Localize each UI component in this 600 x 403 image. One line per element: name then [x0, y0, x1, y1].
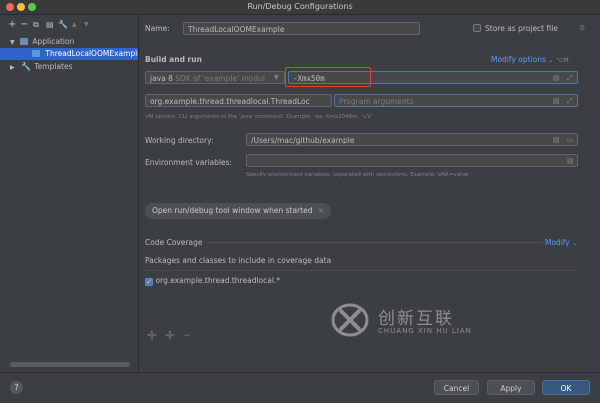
chevron-down-icon[interactable]: ▼: [10, 39, 15, 46]
chevron-down-icon: ⌄: [548, 57, 554, 64]
wrench-icon[interactable]: 🔧: [58, 20, 68, 30]
watermark-subtext: CHUANG XIN HU LIAN: [378, 327, 472, 335]
tree-item-application[interactable]: ▼ Application: [0, 36, 138, 48]
fullscreen-icon[interactable]: ⤢: [567, 74, 573, 82]
tree-item-label: Application: [32, 37, 75, 46]
move-down-icon[interactable]: ▼: [84, 20, 89, 30]
vm-options-hint: VM options. CLI arguments to the 'java' …: [145, 114, 372, 120]
application-icon: [20, 38, 29, 45]
expand-icon[interactable]: ▤: [553, 74, 560, 82]
main-class-field[interactable]: org.example.thread.threadlocal.ThreadLoc: [145, 94, 332, 107]
expand-icon[interactable]: ▤: [567, 157, 574, 165]
window-title: Run/Debug Configurations: [247, 2, 353, 11]
watermark-emblem: [331, 303, 369, 337]
name-field[interactable]: ThreadLocalOOMExample: [183, 22, 420, 35]
coverage-item-label: org.example.thread.threadlocal.*: [155, 276, 281, 285]
program-arguments-field[interactable]: Program arguments: [334, 94, 578, 107]
remove-icon[interactable]: −: [183, 331, 191, 341]
environment-variables-label: Environment variables:: [145, 158, 232, 167]
tree-item-templates[interactable]: ▶ 🔧 Templates: [0, 61, 138, 73]
apply-button[interactable]: Apply: [487, 380, 535, 395]
modify-options-label: Modify options: [491, 55, 546, 64]
settings-icon[interactable]: ⚙: [579, 24, 585, 32]
add-icon[interactable]: +: [8, 20, 16, 30]
add-class-icon[interactable]: ➕: [147, 331, 157, 340]
expand-icon[interactable]: ▤: [553, 97, 560, 105]
copy-icon[interactable]: ⧉: [33, 20, 39, 30]
modify-label: Modify: [545, 238, 570, 247]
add-package-icon[interactable]: ➕: [165, 331, 175, 340]
expand-icon[interactable]: ▤: [553, 136, 560, 144]
tree-item-label: Templates: [34, 62, 73, 71]
environment-variables-hint: Specify environment variables, separated…: [246, 172, 469, 178]
tree-item-label: ThreadLocalOOMExample: [45, 49, 138, 58]
build-and-run-heading: Build and run: [145, 55, 202, 64]
open-tool-window-chip[interactable]: Open run/debug tool window when started …: [145, 203, 332, 219]
close-icon[interactable]: ×: [318, 206, 324, 215]
sidebar-scrollbar[interactable]: [10, 362, 130, 367]
modify-link[interactable]: Modify ⌄: [545, 238, 577, 247]
title-bar: Run/Debug Configurations: [0, 0, 600, 15]
environment-variables-field[interactable]: [246, 154, 578, 167]
remove-icon[interactable]: −: [20, 20, 28, 30]
working-directory-field[interactable]: /Users/mac/github/example: [246, 133, 578, 146]
chevron-down-icon: ⌄: [572, 240, 578, 247]
working-directory-label: Working directory:: [145, 136, 214, 145]
cancel-button[interactable]: Cancel: [434, 380, 479, 395]
move-up-icon[interactable]: ▲: [72, 20, 77, 30]
wrench-icon: 🔧: [21, 62, 31, 71]
tree-item-config[interactable]: ThreadLocalOOMExample: [0, 48, 138, 60]
watermark-logo: 创新互联 CHUANG XIN HU LIAN: [330, 302, 500, 342]
open-tool-window-label: Open run/debug tool window when started: [152, 206, 313, 215]
modify-options-link[interactable]: Modify options ⌄ ⌥M: [491, 55, 569, 64]
chevron-right-icon[interactable]: ▶: [10, 64, 15, 71]
name-label: Name:: [145, 24, 170, 33]
save-icon[interactable]: ▤: [46, 20, 54, 30]
jdk-select[interactable]: java 8 SDK of 'example' modul: [145, 71, 285, 84]
store-as-project-checkbox[interactable]: [473, 24, 481, 32]
store-as-project-label: Store as project file: [485, 24, 558, 33]
code-coverage-heading: Code Coverage: [145, 238, 203, 247]
program-arguments-placeholder: Program arguments: [339, 97, 414, 106]
config-sidebar: + − ⧉ ▤ 🔧 ▲ ▼ ▼ Application ThreadLocalO…: [0, 15, 139, 372]
ok-button[interactable]: OK: [542, 380, 590, 395]
coverage-item-checkbox[interactable]: ✓: [145, 278, 153, 286]
watermark-text: 创新互联: [378, 309, 454, 329]
folder-icon[interactable]: ▭: [567, 136, 574, 144]
run-config-icon: [32, 50, 40, 57]
help-button[interactable]: ?: [10, 381, 23, 394]
list-item[interactable]: ✓ org.example.thread.threadlocal.*: [145, 275, 280, 287]
code-coverage-separator: [207, 242, 543, 243]
modify-options-shortcut: ⌥M: [555, 56, 569, 64]
jdk-value: java 8: [150, 74, 173, 83]
vm-options-highlight: [285, 67, 371, 87]
dialog-button-bar: ? Cancel Apply OK: [0, 372, 600, 403]
fullscreen-icon[interactable]: ⤢: [567, 97, 573, 105]
jdk-hint: SDK of 'example' modul: [175, 74, 265, 83]
chevron-down-icon[interactable]: ▼: [274, 74, 279, 82]
packages-label: Packages and classes to include in cover…: [145, 256, 332, 265]
